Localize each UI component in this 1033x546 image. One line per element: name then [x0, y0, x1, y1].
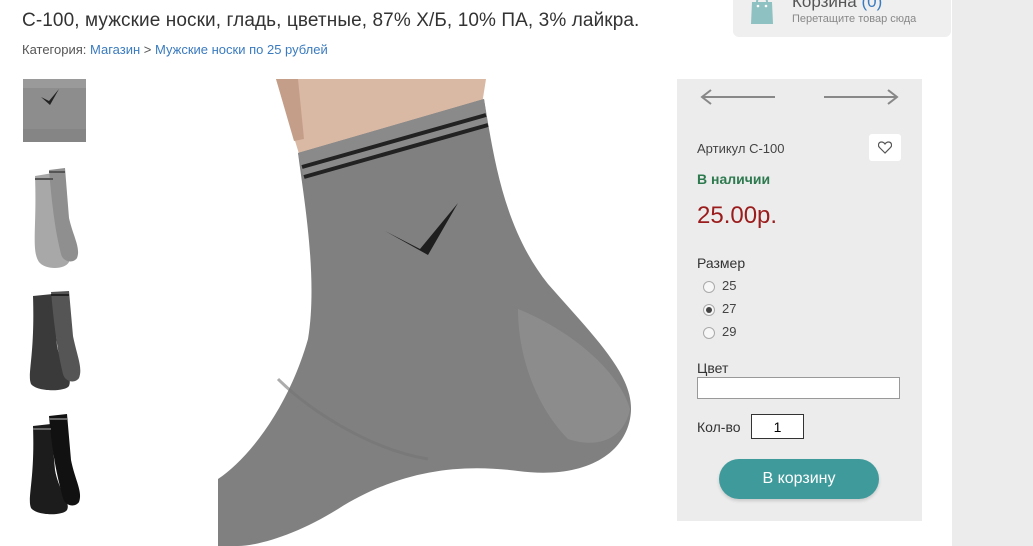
color-field[interactable] [697, 377, 900, 399]
right-background-strip [952, 0, 1033, 546]
product-sku: Артикул С-100 [697, 141, 785, 156]
size-label: Размер [697, 255, 746, 271]
thumbnail-2[interactable] [23, 158, 86, 270]
product-title: С-100, мужские носки, гладь, цветные, 87… [22, 10, 640, 31]
sock-gray-light-thumbnail [23, 158, 86, 270]
breadcrumb: Категория: Магазин > Мужские носки по 25… [22, 42, 328, 57]
sock-black-thumbnail [23, 408, 86, 516]
cart-widget[interactable]: Корзина (0) Перетащите товар сюда [733, 0, 951, 37]
sock-closeup-gray-thumbnail [23, 79, 86, 142]
arrow-left-icon[interactable] [699, 87, 777, 107]
arrow-right-icon[interactable] [822, 87, 900, 107]
thumbnail-4[interactable] [23, 408, 86, 516]
cart-drop-hint: Перетащите товар сюда [792, 13, 917, 25]
product-price: 25.00р. [697, 202, 778, 229]
cart-title[interactable]: Корзина (0) [792, 0, 882, 12]
breadcrumb-link-category[interactable]: Мужские носки по 25 рублей [155, 42, 328, 57]
gray-sock-on-foot-photo [218, 79, 646, 546]
product-info-panel: Артикул С-100 В наличии 25.00р. Размер 2… [677, 79, 922, 521]
add-to-cart-button[interactable]: В корзину [719, 459, 879, 499]
size-option-label: 29 [722, 324, 737, 339]
color-label: Цвет [697, 360, 729, 376]
radio-button[interactable] [703, 327, 715, 339]
heart-icon [878, 141, 892, 154]
breadcrumb-link-shop[interactable]: Магазин [90, 42, 140, 57]
quantity-label: Кол-во [697, 419, 741, 435]
main-product-image[interactable] [218, 79, 646, 546]
stock-status: В наличии [697, 171, 771, 187]
breadcrumb-prefix: Категория: [22, 42, 87, 57]
radio-button-checked[interactable] [703, 304, 715, 316]
favorite-button[interactable] [869, 134, 901, 161]
size-option-label: 25 [722, 278, 737, 293]
thumbnail-3[interactable] [23, 286, 86, 392]
cart-count: (0) [861, 0, 883, 11]
sock-dark-gray-thumbnail [23, 286, 86, 392]
breadcrumb-separator: > [143, 42, 152, 57]
cart-label: Корзина [792, 0, 857, 11]
thumbnail-1[interactable] [23, 79, 86, 142]
shopping-bag-icon [751, 0, 773, 24]
quantity-input[interactable] [751, 414, 804, 439]
radio-button[interactable] [703, 281, 715, 293]
size-option-label: 27 [722, 301, 737, 316]
